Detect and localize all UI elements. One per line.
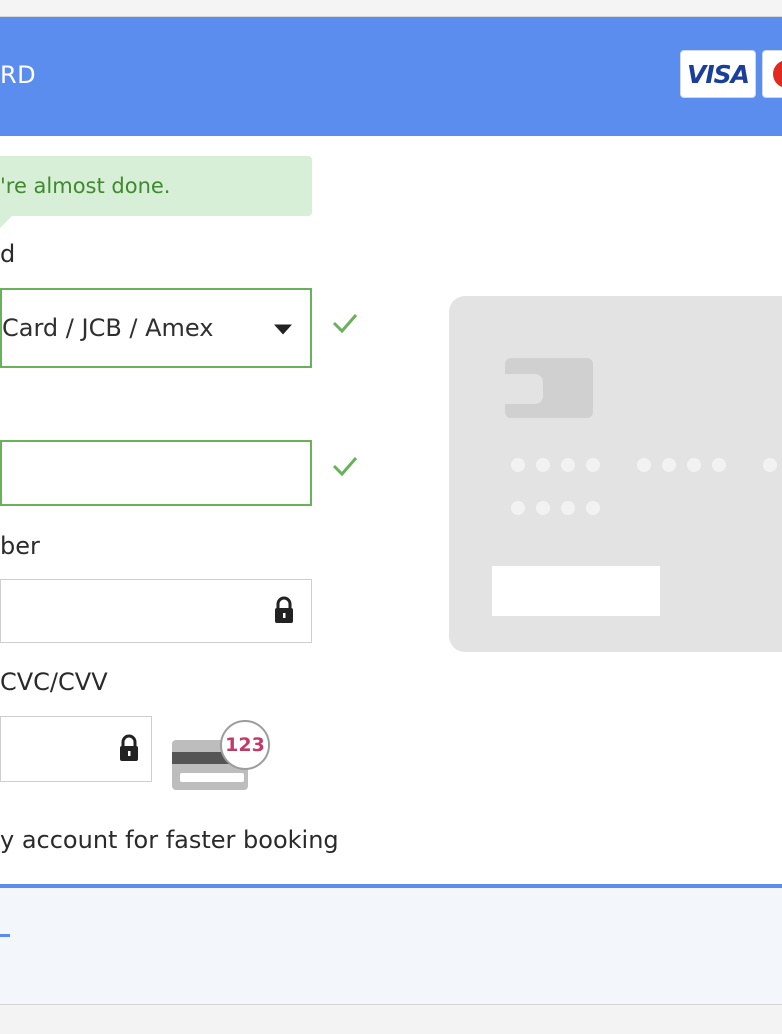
card-number-dots-group-2 [637,458,726,472]
chip-icon [505,358,593,418]
progress-notice: 're almost done. [0,156,312,228]
check-icon [332,457,358,477]
credit-card-illustration [449,296,782,652]
card-type-select[interactable]: Card / JCB / Amex [0,288,312,368]
card-type-label: d [0,240,16,268]
payment-form-panel: 're almost done. d Card / JCB / Amex ber… [0,136,782,884]
browser-top-strip [0,0,782,17]
header-title: RD [0,61,37,89]
cvc-card-signature [180,773,244,782]
mastercard-circle [773,60,782,88]
notice-tail [0,216,12,228]
lock-icon [120,734,138,761]
card-number-label: ber [0,532,40,560]
payment-header: RD VISA [0,17,782,136]
notice-text: 're almost done. [0,174,171,198]
name-on-card-input[interactable] [0,440,312,506]
card-number-dots-group-3 [763,458,782,472]
cvc-label: CVC/CVV [0,668,108,696]
card-name-box [492,566,660,616]
cvc-input[interactable] [0,716,152,782]
card-type-value: Card / JCB / Amex [2,314,214,342]
form-footer [0,888,782,1005]
footer-link-fragment[interactable] [0,934,10,937]
card-number-input[interactable] [0,579,312,643]
mastercard-logo [762,50,782,98]
dropdown-caret-icon [274,324,292,335]
cvc-hint-bubble: 123 [220,720,270,770]
lock-icon [275,596,293,623]
cvc-card-icon: 123 [172,720,272,790]
visa-wordmark: VISA [686,59,750,89]
bottom-strip [0,1005,782,1034]
check-icon [332,314,358,334]
card-number-dots-group-1 [511,458,600,472]
card-number-dots-group-4 [511,501,600,515]
chip-notch [505,374,543,404]
visa-logo: VISA [680,50,756,98]
save-account-label[interactable]: y account for faster booking [0,826,339,854]
